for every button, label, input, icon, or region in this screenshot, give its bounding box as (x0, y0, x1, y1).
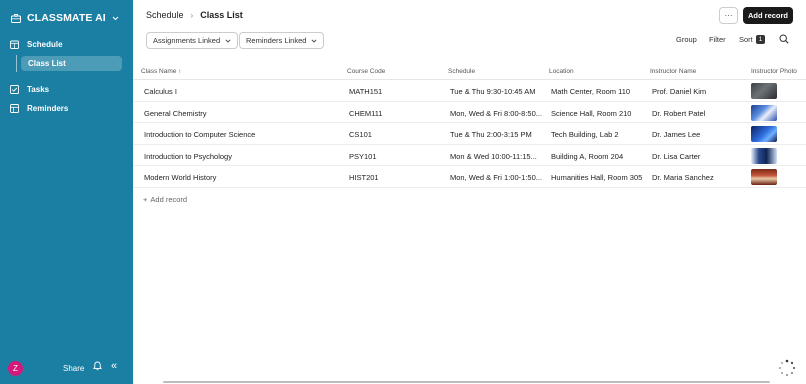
breadcrumb-item-schedule[interactable]: Schedule (146, 10, 184, 20)
sidebar-item-tasks[interactable]: Tasks (10, 85, 49, 94)
sidebar-item-class-list[interactable]: Class List (21, 56, 122, 71)
cell-class-name: Calculus I (144, 87, 177, 96)
cell-course-code: CS101 (349, 130, 372, 140)
subnav-line (16, 55, 17, 72)
table-row[interactable]: Introduction to Computer Science CS101 T… (133, 123, 806, 145)
cell-location: Science Hall, Room 210 (551, 108, 632, 118)
class-table: Class Name ↑ Course Code Schedule Locati… (133, 62, 806, 188)
column-header-course-code[interactable]: Course Code (347, 68, 385, 75)
share-button[interactable]: Share (63, 364, 84, 373)
sidebar-item-label: Class List (28, 59, 66, 68)
sidebar-item-label: Schedule (27, 40, 63, 49)
sidebar-item-label: Reminders (27, 104, 69, 113)
sidebar-item-label: Tasks (27, 85, 50, 94)
loading-spinner-icon (778, 359, 796, 376)
cell-instructor-name: Dr. Robert Patel (652, 108, 706, 118)
bell-icon[interactable] (93, 361, 102, 371)
table-row[interactable]: Introduction to Psychology PSY101 Mon & … (133, 145, 806, 167)
table-row[interactable]: Modern World History HIST201 Mon, Wed & … (133, 166, 806, 188)
filter-label: Filter (709, 35, 726, 44)
instructor-photo[interactable] (751, 169, 777, 186)
cell-course-code: CHEM111 (349, 108, 383, 118)
cell-location: Tech Building, Lab 2 (551, 130, 619, 140)
cell-course-code: PSY101 (349, 151, 377, 161)
cell-instructor-name: Dr. Lisa Carter (652, 151, 701, 161)
cell-location: Math Center, Room 110 (551, 87, 631, 96)
column-header-schedule[interactable]: Schedule (448, 68, 475, 75)
filter-button[interactable]: Filter (709, 35, 726, 44)
cell-class-name: General Chemistry (144, 108, 207, 118)
add-record-row[interactable]: + Add record (143, 195, 187, 204)
group-button[interactable]: Group (676, 35, 697, 44)
chevron-right-icon: › (190, 10, 194, 20)
add-record-button[interactable]: Add record (743, 7, 793, 24)
cell-course-code: MATH151 (349, 87, 383, 96)
table-row[interactable]: Calculus I MATH151 Tue & Thu 9:30-10:45 … (133, 80, 806, 102)
instructor-photo[interactable] (751, 147, 777, 164)
sort-label: Sort (739, 35, 753, 44)
collapse-sidebar-icon[interactable]: « (111, 360, 117, 372)
cell-course-code: HIST201 (349, 173, 379, 183)
breadcrumb-item-class-list: Class List (200, 10, 243, 20)
sidebar: CLASSMATE AI Schedule Class List Tasks R… (0, 0, 133, 384)
cell-location: Humanities Hall, Room 305 (551, 173, 643, 183)
cell-location: Building A, Room 204 (551, 151, 624, 161)
sidebar-item-reminders[interactable]: Reminders (10, 104, 68, 113)
column-header-location[interactable]: Location (549, 68, 574, 75)
sort-button[interactable]: Sort 1 (739, 35, 766, 44)
cell-class-name: Modern World History (144, 173, 217, 183)
breadcrumb: Schedule › Class List (146, 10, 243, 20)
chevron-down-icon (112, 16, 119, 20)
app-name: CLASSMATE AI (27, 12, 106, 24)
column-header-class-name[interactable]: Class Name ↑ (141, 68, 181, 75)
instructor-photo[interactable] (751, 83, 777, 99)
filter-chip-label: Assignments Linked (153, 36, 221, 45)
avatar[interactable]: Z (8, 361, 23, 376)
filter-assignments-linked[interactable]: Assignments Linked (146, 32, 239, 49)
cell-schedule: Mon, Wed & Fri 1:00-1:50... (450, 173, 542, 183)
cell-class-name: Introduction to Computer Science (144, 130, 256, 140)
search-icon[interactable] (779, 34, 789, 44)
cell-schedule: Mon, Wed & Fri 8:00-8:50... (450, 108, 542, 118)
column-header-instructor-photo[interactable]: Instructor Photo (751, 68, 797, 75)
table-icon (10, 104, 19, 113)
cell-class-name: Introduction to Psychology (144, 151, 232, 161)
more-options-button[interactable]: ··· (719, 7, 738, 24)
horizontal-scrollbar[interactable] (163, 381, 770, 383)
cell-schedule: Tue & Thu 9:30-10:45 AM (450, 87, 536, 96)
calendar-icon (10, 40, 19, 49)
group-label: Group (676, 35, 697, 44)
table-header: Class Name ↑ Course Code Schedule Locati… (133, 62, 806, 80)
sort-count-badge: 1 (755, 35, 766, 44)
sidebar-item-schedule[interactable]: Schedule (10, 40, 63, 49)
plus-icon: + (143, 195, 148, 204)
instructor-photo[interactable] (751, 104, 777, 121)
cell-schedule: Mon & Wed 10:00-11:15... (450, 151, 537, 161)
main-content: Schedule › Class List ··· Add record Ass… (133, 0, 806, 384)
chevron-down-icon (311, 38, 317, 43)
cell-instructor-name: Dr. Maria Sanchez (652, 173, 714, 183)
briefcase-icon (11, 13, 21, 23)
table-row[interactable]: General Chemistry CHEM111 Mon, Wed & Fri… (133, 102, 806, 124)
instructor-photo[interactable] (751, 126, 777, 143)
cell-instructor-name: Dr. James Lee (652, 130, 701, 140)
column-header-instructor-name[interactable]: Instructor Name (650, 68, 696, 75)
cell-instructor-name: Prof. Daniel Kim (652, 87, 707, 96)
chevron-down-icon (225, 38, 231, 43)
add-record-label: Add record (150, 195, 188, 204)
filter-chip-label: Reminders Linked (246, 36, 307, 45)
sidebar-footer: Z Share « (0, 354, 133, 384)
workspace-switcher[interactable]: CLASSMATE AI (11, 12, 119, 24)
filter-reminders-linked[interactable]: Reminders Linked (239, 32, 325, 49)
cell-schedule: Tue & Thu 2:00-3:15 PM (450, 130, 532, 140)
checkbox-icon (10, 85, 19, 94)
